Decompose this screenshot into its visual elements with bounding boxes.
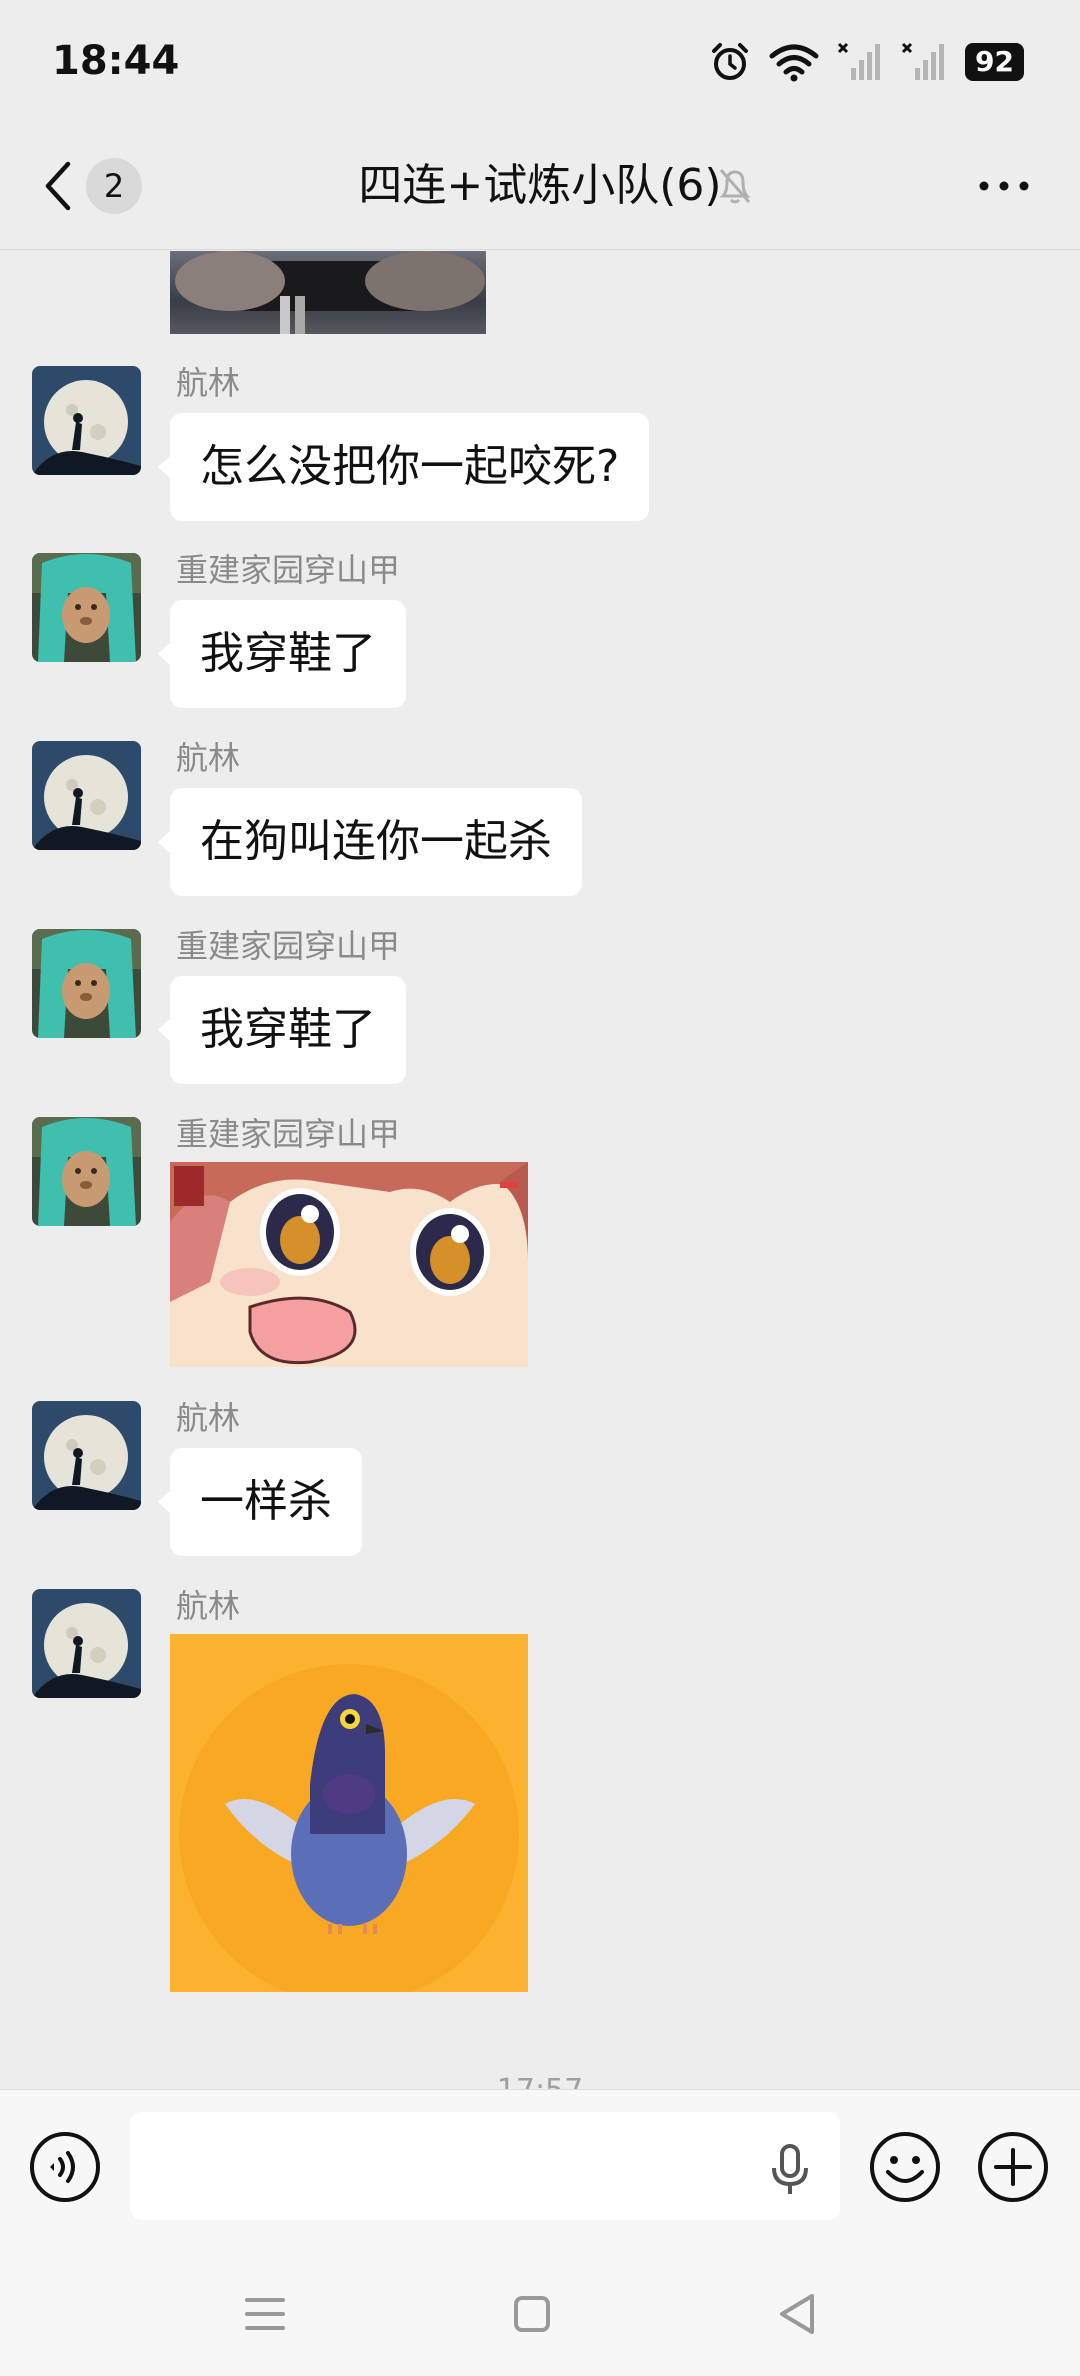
alarm-icon [712,43,749,80]
pigeon-sticker[interactable] [170,1634,528,1992]
menu-icon[interactable] [235,2284,295,2344]
battery-icon: 92 [965,43,1024,81]
message-input[interactable] [130,2112,840,2220]
avatar[interactable] [32,553,141,662]
avatar[interactable] [32,929,141,1038]
sender-name: 重建家园穿山甲 [176,1115,401,1153]
signal-x-icon [837,42,881,80]
message-bubble[interactable]: 怎么没把你一起咬死? [157,413,650,521]
photo-partial[interactable] [170,251,486,334]
sender-name: 航林 [176,739,241,777]
system-nav-bar [0,2244,1080,2376]
message-bubble[interactable]: 我穿鞋了 [158,600,406,708]
more-dots-icon[interactable] [978,170,1030,202]
plus-icon[interactable] [976,2130,1050,2204]
chat-messages[interactable]: 航林 怎么没把你一起咬死? 重建家园穿山甲 我穿鞋了 航林 在狗叫连你一起杀 重… [0,251,1080,2089]
status-icons: 92 [709,38,1024,86]
chat-header: 2 四连+试炼小队(6) [0,120,1080,250]
avatar[interactable] [32,1117,141,1226]
avatar[interactable] [32,1589,141,1698]
sender-name: 重建家园穿山甲 [176,551,401,589]
status-bar: 18:44 92 [0,0,1080,120]
emoji-icon[interactable] [868,2130,942,2204]
avatar[interactable] [32,741,141,850]
sender-name: 重建家园穿山甲 [176,927,401,965]
bell-off-icon [719,169,751,204]
anime-girl-sticker[interactable] [170,1162,528,1367]
home-square-icon[interactable] [502,2284,562,2344]
status-time: 18:44 [52,38,180,84]
sender-name: 航林 [176,1399,241,1437]
message-bubble[interactable]: 我穿鞋了 [158,976,406,1084]
sender-name: 航林 [176,1587,241,1625]
mic-icon[interactable] [768,2142,812,2198]
message-bubble[interactable]: 一样杀 [158,1448,362,1556]
voice-icon[interactable] [28,2130,102,2204]
avatar[interactable] [32,366,141,475]
input-bar [0,2089,1080,2244]
time-separator: 17:57 [0,2073,1080,2089]
sender-name: 航林 [176,364,241,402]
wifi-icon [769,44,819,82]
message-bubble[interactable]: 在狗叫连你一起杀 [158,788,582,896]
chat-title: 四连+试炼小队(6) [358,160,722,211]
avatar[interactable] [32,1401,141,1510]
back-triangle-icon[interactable] [768,2284,828,2344]
signal-x-icon [901,42,945,80]
